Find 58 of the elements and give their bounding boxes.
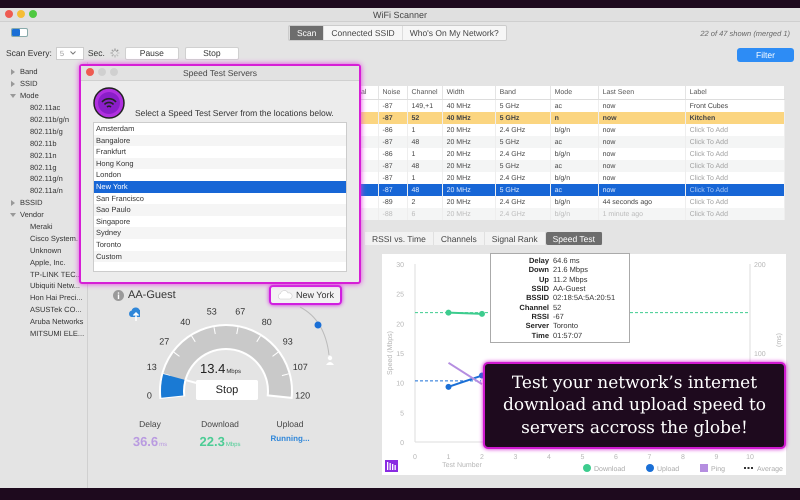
gauge-tick-label: 93 (282, 336, 293, 346)
server-path-drawing (300, 306, 334, 365)
dialog-prompt: Select a Speed Test Server from the locations below. (135, 108, 334, 118)
view-tab[interactable]: Signal Rank (484, 232, 546, 245)
disclosure-icon[interactable] (10, 92, 16, 99)
upload-cloud-icon (128, 307, 140, 321)
wifi-logo-icon (93, 87, 125, 119)
disclosure-icon[interactable] (10, 68, 16, 75)
gauge-tick-label: 67 (235, 306, 246, 317)
info-icon[interactable] (113, 290, 124, 300)
view-tab[interactable]: RSSI vs. Time (365, 232, 434, 245)
speed-reading: 13.4 (200, 361, 226, 376)
data-point (446, 384, 452, 390)
average-line (414, 380, 482, 382)
dialog-title: Speed Test Servers (182, 68, 258, 78)
zoom-button[interactable] (29, 10, 37, 18)
gauge-tick-label: 53 (206, 306, 217, 317)
close-button[interactable] (86, 68, 94, 76)
unit-label: Sec. (88, 48, 105, 58)
gauge-tick-label: 27 (159, 336, 170, 346)
scan-interval-label: Scan Every: (6, 48, 52, 58)
minimize-button[interactable] (17, 10, 25, 18)
push-button[interactable]: Pause (124, 46, 179, 60)
stat-label: Download (201, 419, 239, 429)
stat-value: Running... (270, 434, 310, 443)
stop-button[interactable]: Stop (196, 380, 258, 400)
server-selector[interactable]: New York (268, 285, 342, 305)
stat-value: 22.3 (200, 434, 225, 449)
close-button[interactable] (5, 10, 13, 18)
bar-logo-icon (385, 460, 398, 472)
gauge-tick-label: 80 (262, 317, 272, 328)
gauge-tick-label: 13 (146, 362, 157, 372)
view-tab[interactable]: Speed Test (546, 232, 603, 245)
legend-dash-icon (744, 467, 753, 469)
stat-label: Upload (276, 419, 304, 429)
chevron-icon (70, 51, 76, 55)
cloud-icon (276, 290, 293, 300)
sidebar-toggle-icon[interactable] (11, 28, 28, 37)
spinner-icon (110, 48, 120, 58)
view-tab[interactable]: Channels (434, 232, 485, 245)
disclosure-icon[interactable] (10, 200, 16, 206)
data-point (446, 310, 452, 316)
stat-value: 36.6 (132, 434, 158, 449)
disclosure-icon[interactable] (10, 212, 16, 218)
gauge-tick-label: 40 (180, 317, 190, 328)
window-title: WiFi Scanner (372, 10, 427, 20)
network-name: AA-Guest (128, 289, 176, 301)
toolbar-tab[interactable]: Scan (289, 26, 324, 40)
toolbar-tab[interactable]: Connected SSID (323, 26, 402, 40)
gauge-tick-label: 0 (146, 390, 152, 400)
callout-text: Test your network’s internet download and upload speed to servers accross the globe! (502, 372, 768, 439)
data-point (479, 310, 485, 317)
push-button[interactable]: Stop (184, 46, 239, 60)
toolbar-tab[interactable]: Who's On My Network? (402, 26, 506, 40)
stat-label: Delay (139, 419, 161, 429)
gauge-tick-label: 120 (295, 390, 310, 400)
gauge-tick-label: 107 (292, 362, 308, 372)
disclosure-icon[interactable] (10, 80, 16, 87)
